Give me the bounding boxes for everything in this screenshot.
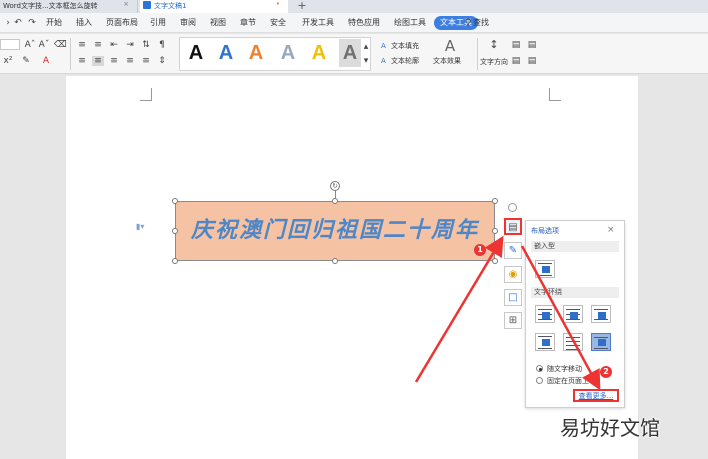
- step-badge-2: 2: [600, 366, 612, 378]
- arrow-to-see-more: [520, 245, 601, 391]
- annotation-arrows: [414, 235, 601, 391]
- watermark: 易坊好文馆: [560, 416, 660, 440]
- step-badge-1: 1: [474, 244, 486, 256]
- arrow-to-layout-button: [414, 235, 504, 383]
